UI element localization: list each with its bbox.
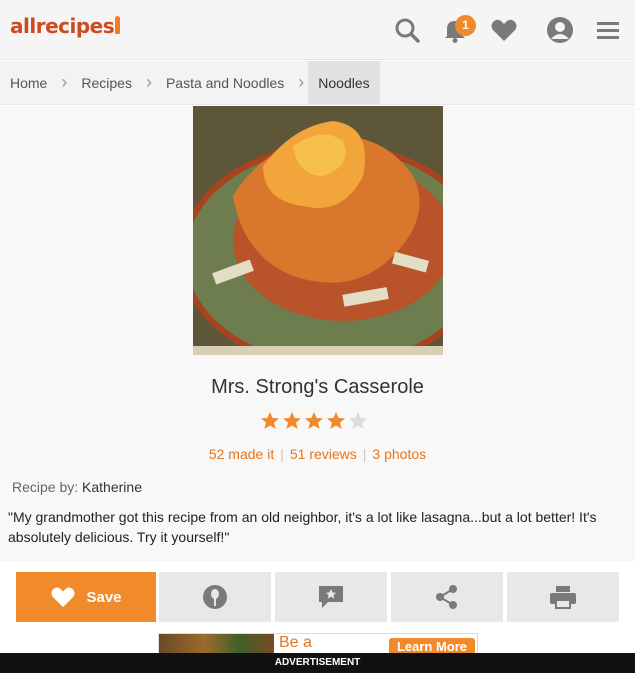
chevron-right-icon: › bbox=[61, 72, 68, 92]
recipe-byline: Recipe by: Katherine bbox=[12, 479, 142, 495]
allrecipes-logo[interactable]: allrecipes bbox=[10, 14, 121, 38]
advertisement-label: ADVERTISEMENT bbox=[0, 653, 635, 673]
author-link[interactable]: Katherine bbox=[82, 479, 142, 495]
menu-icon[interactable] bbox=[595, 16, 623, 44]
star-empty-icon bbox=[348, 411, 368, 431]
share-icon bbox=[436, 585, 457, 609]
profile-icon[interactable] bbox=[546, 16, 574, 44]
review-star-bubble-icon bbox=[319, 586, 343, 608]
save-label: Save bbox=[86, 588, 122, 606]
star-filled-icon bbox=[260, 411, 280, 431]
photos-link[interactable]: 3 photos bbox=[372, 446, 426, 462]
recipe-stats: 52 made it | 51 reviews | 3 photos bbox=[0, 446, 635, 462]
star-filled-icon bbox=[326, 411, 346, 431]
made-it-count-link[interactable]: 52 made it bbox=[209, 446, 274, 462]
share-button[interactable] bbox=[391, 572, 503, 622]
heart-icon bbox=[51, 587, 76, 608]
notification-badge: 1 bbox=[455, 15, 476, 36]
divider: | bbox=[362, 446, 367, 462]
spoon-icon bbox=[115, 16, 121, 34]
print-icon bbox=[550, 586, 576, 609]
recipe-title: Mrs. Strong's Casserole bbox=[211, 376, 424, 398]
star-filled-icon bbox=[304, 411, 324, 431]
star-rating[interactable] bbox=[260, 411, 368, 433]
star-filled-icon bbox=[282, 411, 302, 431]
recipe-photo[interactable] bbox=[193, 106, 443, 355]
ad-headline: Be a bbox=[279, 634, 312, 651]
ad-image bbox=[159, 634, 274, 654]
chevron-right-icon: › bbox=[145, 72, 152, 92]
divider: | bbox=[280, 446, 284, 462]
breadcrumb-recipes[interactable]: Recipes bbox=[71, 61, 142, 104]
byline-label: Recipe by: bbox=[12, 479, 79, 495]
breadcrumb-pasta-and-noodles[interactable]: Pasta and Noodles bbox=[156, 61, 294, 104]
chevron-right-icon: › bbox=[298, 72, 305, 92]
breadcrumb-home[interactable]: Home bbox=[0, 61, 57, 104]
made-it-button[interactable] bbox=[159, 572, 271, 622]
search-icon[interactable] bbox=[393, 16, 421, 44]
recipe-summary: Mrs. Strong's Casserole 52 made it | 51 re… bbox=[0, 106, 635, 561]
review-button[interactable] bbox=[275, 572, 387, 622]
breadcrumb-noodles[interactable]: Noodles bbox=[308, 61, 380, 104]
breadcrumb: Home › Recipes › Pasta and Noodles › Noo… bbox=[0, 61, 635, 105]
recipe-action-bar: Save bbox=[0, 561, 635, 635]
advertisement-banner[interactable]: Be a Learn More bbox=[158, 633, 478, 655]
print-button[interactable] bbox=[507, 572, 619, 622]
heart-icon[interactable] bbox=[490, 16, 518, 44]
page-bottom bbox=[0, 673, 635, 683]
site-header: allrecipes 1 bbox=[0, 0, 635, 60]
recipe-description: "My grandmother got this recipe from an … bbox=[8, 509, 597, 545]
made-it-spoon-icon bbox=[203, 585, 227, 609]
save-button[interactable]: Save bbox=[16, 572, 156, 622]
reviews-link[interactable]: 51 reviews bbox=[290, 446, 357, 462]
